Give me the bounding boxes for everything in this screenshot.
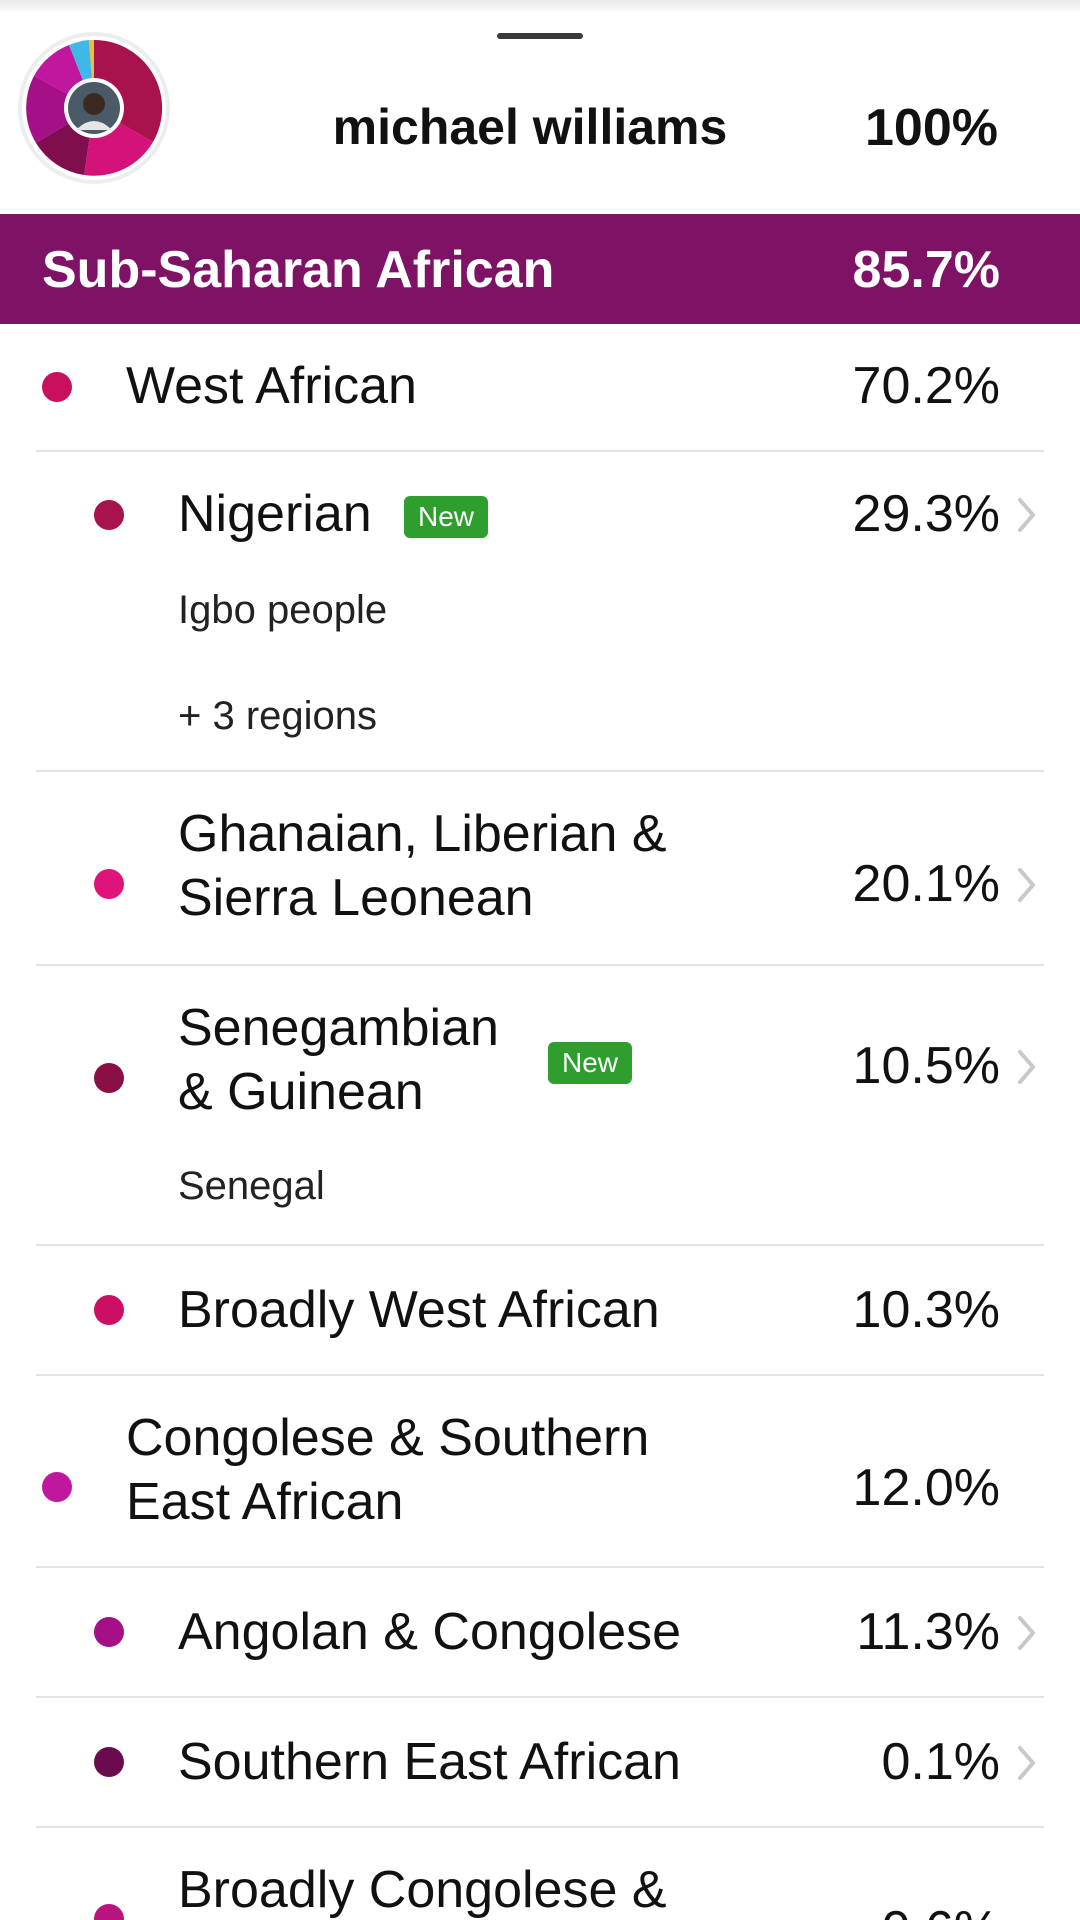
new-badge: New xyxy=(404,496,489,538)
row-sublabel: Senegal xyxy=(178,1164,325,1208)
ancestry-row-southern-east-african[interactable]: Southern East African 0.1% xyxy=(0,1698,1080,1826)
row-label: Nigerian xyxy=(178,485,372,543)
row-percent: 12.0% xyxy=(852,1459,1000,1517)
ancestry-row-nigerian[interactable]: Nigerian New 29.3% Igbo people + 3 regio… xyxy=(0,452,1080,770)
banner-percent: 85.7% xyxy=(852,241,1000,299)
row-label-line1: Senegambian xyxy=(178,999,499,1057)
chevron-right-icon xyxy=(1018,868,1035,902)
row-label: Broadly Congolese & xyxy=(178,1861,667,1919)
chevron-right-icon xyxy=(1018,1746,1035,1780)
profile-header: michael williams 100% xyxy=(0,0,1080,214)
ancestry-row-broadly-congolese[interactable]: Broadly Congolese & 0.6% xyxy=(0,1828,1080,1920)
row-label-line2: East African xyxy=(126,1473,404,1531)
row-percent: 10.3% xyxy=(852,1281,1000,1339)
row-label-line1: Congolese & Southern xyxy=(126,1409,650,1467)
region-banner[interactable]: Sub-Saharan African 85.7% xyxy=(0,214,1080,324)
avatar[interactable] xyxy=(18,32,170,184)
row-percent: 11.3% xyxy=(856,1603,1000,1661)
ancestry-row-senegambian[interactable]: Senegambian & Guinean New 10.5% Senegal xyxy=(0,966,1080,1244)
color-dot xyxy=(94,1904,124,1920)
chevron-right-icon xyxy=(1018,498,1035,532)
color-dot xyxy=(94,869,124,899)
row-percent: 29.3% xyxy=(852,485,1000,543)
color-dot xyxy=(94,500,124,530)
banner-label: Sub-Saharan African xyxy=(42,241,555,299)
total-percent: 100% xyxy=(865,99,998,157)
color-dot xyxy=(94,1295,124,1325)
row-percent: 70.2% xyxy=(852,357,1000,415)
chevron-right-icon xyxy=(1018,1616,1035,1650)
ancestry-row-broadly-west-african[interactable]: Broadly West African 10.3% xyxy=(0,1246,1080,1374)
color-dot xyxy=(94,1063,124,1093)
row-more-regions[interactable]: + 3 regions xyxy=(178,692,377,740)
ancestry-row-angolan-congolese[interactable]: Angolan & Congolese 11.3% xyxy=(0,1568,1080,1696)
color-dot xyxy=(42,1472,72,1502)
row-label: Broadly West African xyxy=(178,1281,660,1339)
row-label: Angolan & Congolese xyxy=(178,1603,682,1661)
row-label-line2: & Guinean xyxy=(178,1063,424,1121)
color-dot xyxy=(94,1617,124,1647)
color-dot xyxy=(94,1747,124,1777)
new-badge: New xyxy=(548,1042,633,1084)
row-label-line2: Sierra Leonean xyxy=(178,869,534,927)
row-label: West African xyxy=(126,357,417,415)
row-sublabel: Igbo people xyxy=(178,588,388,632)
row-percent: 10.5% xyxy=(852,1037,1000,1095)
ancestry-row-congolese-southern-east-african[interactable]: Congolese & Southern East African 12.0% xyxy=(0,1376,1080,1566)
row-percent: 0.6% xyxy=(881,1898,1000,1920)
ancestry-row-ghanaian[interactable]: Ghanaian, Liberian & Sierra Leonean 20.1… xyxy=(0,772,1080,964)
row-label: Southern East African xyxy=(178,1733,681,1791)
row-percent: 20.1% xyxy=(852,855,1000,913)
user-name: michael williams xyxy=(332,99,728,155)
color-dot xyxy=(42,372,72,402)
row-label-line1: Ghanaian, Liberian & xyxy=(178,805,667,863)
row-percent: 0.1% xyxy=(881,1733,1000,1791)
ancestry-row-west-african[interactable]: West African 70.2% xyxy=(0,324,1080,450)
ancestry-ring-chart xyxy=(26,39,163,176)
chevron-right-icon xyxy=(1018,1050,1035,1084)
